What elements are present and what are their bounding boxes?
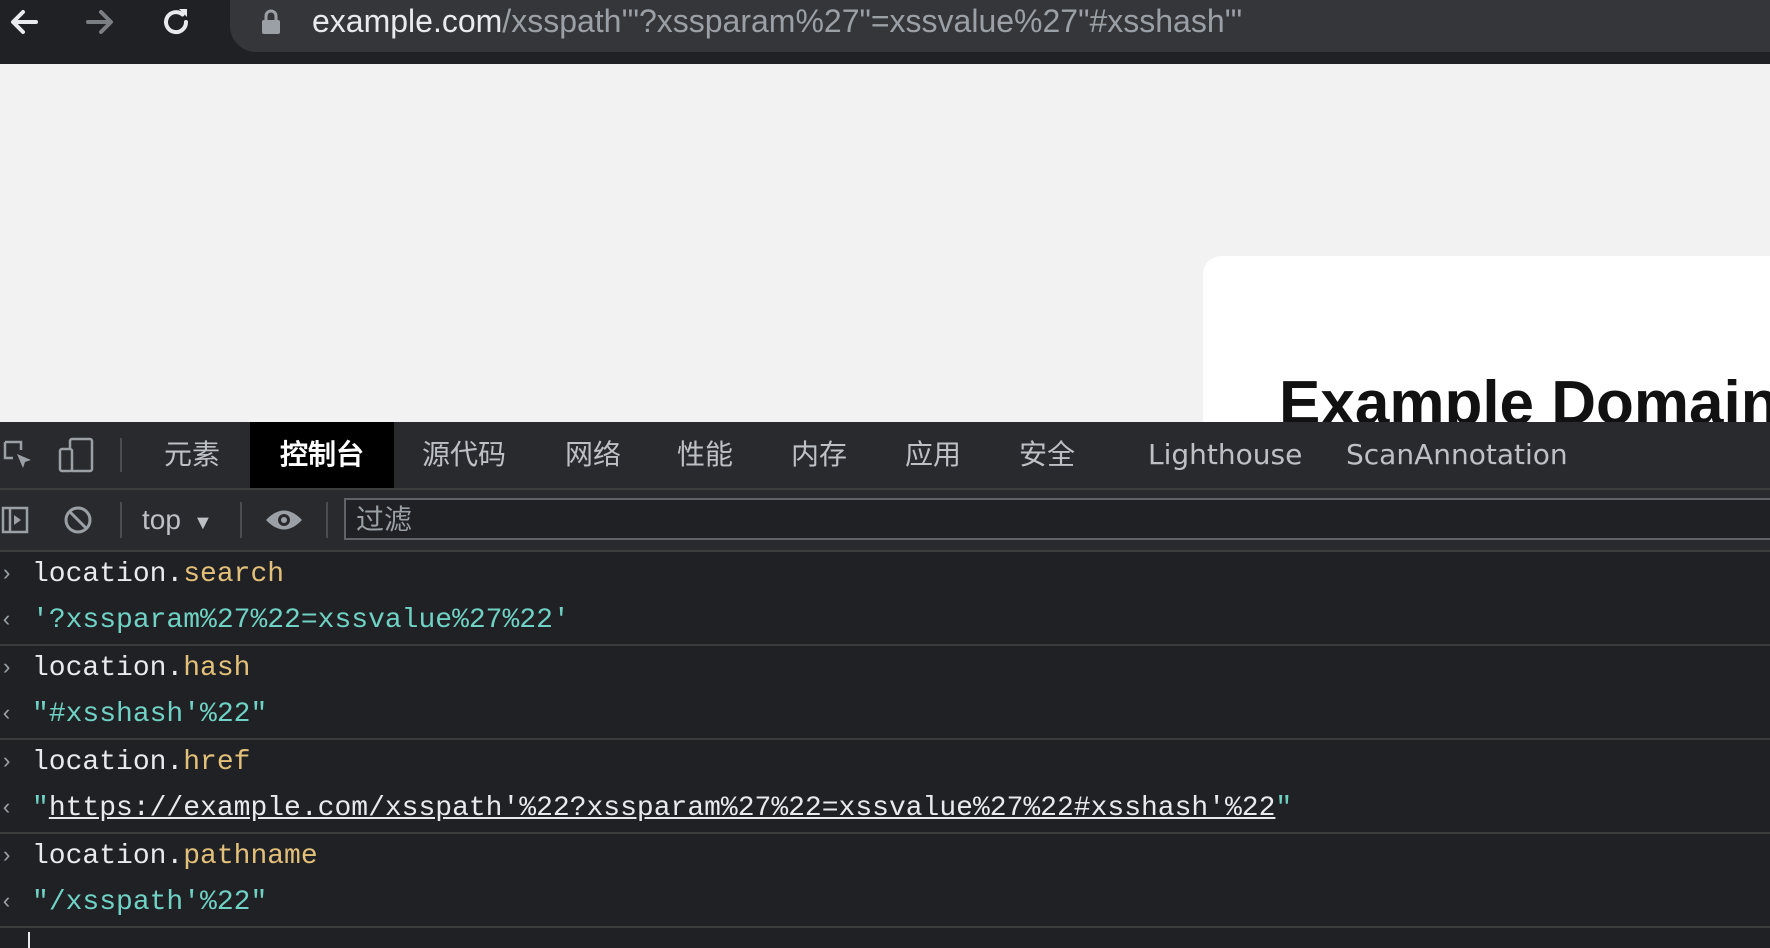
property-name: href <box>183 747 251 778</box>
tab-memory[interactable]: 内存 <box>782 422 856 488</box>
tab-application[interactable]: 应用 <box>896 422 970 488</box>
console-input-text: location.hash <box>32 653 251 684</box>
toolbar-divider <box>120 438 122 472</box>
result-link[interactable]: https://example.com/xsspath'%22?xssparam… <box>49 793 1276 824</box>
url-domain: example.com <box>312 3 503 39</box>
tab-sources[interactable]: 源代码 <box>412 422 516 488</box>
context-value: top <box>142 504 181 535</box>
toolbar-divider <box>326 502 328 538</box>
return-arrow-icon: ‹ <box>0 608 14 633</box>
console-input-text: location.search <box>32 559 285 590</box>
console-result-row[interactable]: ‹ "https://example.com/xsspath'%22?xsspa… <box>0 786 1770 834</box>
toolbar-divider <box>240 502 242 538</box>
block-icon <box>64 506 92 534</box>
tab-lighthouse[interactable]: Lighthouse <box>1148 422 1302 488</box>
reload-icon <box>164 9 189 35</box>
address-bar[interactable]: example.com/xsspath'"?xssparam%27"=xssva… <box>230 0 1770 52</box>
result-string: "https://example.com/xsspath'%22?xsspara… <box>32 793 1293 824</box>
tab-security[interactable]: 安全 <box>1010 422 1084 488</box>
caret-down-icon: ▼ <box>192 512 213 534</box>
console-result-row[interactable]: ‹ "#xsshash'%22" <box>0 692 1770 740</box>
url-path: /xsspath'"?xssparam%27"=xssvalue%27"#xss… <box>502 3 1243 39</box>
object-name: location <box>32 841 167 872</box>
console-prompt[interactable] <box>0 928 1770 948</box>
live-expression-button[interactable] <box>262 490 306 550</box>
return-arrow-icon: ‹ <box>0 702 14 727</box>
sidebar-icon <box>1 506 29 534</box>
arrow-left-icon <box>11 10 38 34</box>
result-value: #xsshash'%22 <box>48 699 251 730</box>
chevron-right-icon: › <box>0 844 14 869</box>
tab-console[interactable]: 控制台 <box>250 422 394 488</box>
object-name: location <box>32 559 167 590</box>
console-input-row[interactable]: › location.hash <box>0 646 1770 692</box>
toolbar-divider <box>120 502 122 538</box>
inspect-element-button[interactable] <box>0 422 36 488</box>
console-input-text: location.pathname <box>32 841 318 872</box>
result-value: /xsspath'%22 <box>48 887 251 918</box>
tab-performance[interactable]: 性能 <box>668 422 742 488</box>
chevron-right-icon: › <box>0 562 14 587</box>
filter-box <box>344 498 1770 540</box>
device-icon <box>58 437 94 473</box>
result-string: '?xssparam%27%22=xssvalue%27%22' <box>32 605 570 636</box>
result-string: "/xsspath'%22" <box>32 887 268 918</box>
chevron-right-icon: › <box>0 750 14 775</box>
lock-icon <box>262 9 280 34</box>
page-viewport: Example Domain <box>0 64 1770 422</box>
console-toolbar: top ▼ <box>0 490 1770 552</box>
console-input-text: location.href <box>32 747 251 778</box>
return-arrow-icon: ‹ <box>0 796 14 821</box>
url-text: example.com/xsspath'"?xssparam%27"=xssva… <box>312 2 1242 40</box>
context-selector[interactable]: top ▼ <box>142 490 213 550</box>
devtools-panel: 元素 控制台 源代码 网络 性能 内存 应用 安全 Lighthouse Sca… <box>0 422 1770 948</box>
result-string: "#xsshash'%22" <box>32 699 268 730</box>
eye-icon <box>266 510 302 530</box>
filter-input[interactable] <box>356 500 1756 538</box>
reload-button[interactable] <box>152 0 200 44</box>
arrow-right-icon <box>86 10 113 34</box>
console-result-row[interactable]: ‹ "/xsspath'%22" <box>0 880 1770 928</box>
console-input-row[interactable]: › location.pathname <box>0 834 1770 880</box>
content-card: Example Domain <box>1203 256 1770 422</box>
chevron-right-icon: › <box>0 656 14 681</box>
console-result-row[interactable]: ‹ '?xssparam%27%22=xssvalue%27%22' <box>0 598 1770 646</box>
back-button[interactable] <box>0 0 48 44</box>
property-name: pathname <box>183 841 318 872</box>
return-arrow-icon: ‹ <box>0 890 14 915</box>
inspect-icon <box>3 440 31 468</box>
console-messages: › location.search ‹ '?xssparam%27%22=xss… <box>0 552 1770 948</box>
object-name: location <box>32 747 167 778</box>
text-cursor <box>28 932 30 948</box>
devtools-tabs-bar: 元素 控制台 源代码 网络 性能 内存 应用 安全 Lighthouse Sca… <box>0 422 1770 490</box>
clear-console-button[interactable] <box>60 490 96 550</box>
result-value: ?xssparam%27%22=xssvalue%27%22 <box>48 605 553 636</box>
browser-toolbar: example.com/xsspath'"?xssparam%27"=xssva… <box>0 0 1770 64</box>
tab-network[interactable]: 网络 <box>556 422 630 488</box>
tab-scanannotation[interactable]: ScanAnnotation <box>1346 422 1568 488</box>
forward-button[interactable] <box>76 0 124 44</box>
console-input-row[interactable]: › location.href <box>0 740 1770 786</box>
device-toolbar-button[interactable] <box>54 422 98 488</box>
console-input-row[interactable]: › location.search <box>0 552 1770 598</box>
tab-elements[interactable]: 元素 <box>150 422 234 488</box>
sidebar-toggle-button[interactable] <box>0 490 30 550</box>
object-name: location <box>32 653 167 684</box>
page-heading: Example Domain <box>1279 369 1770 422</box>
property-name: search <box>183 559 285 590</box>
property-name: hash <box>183 653 251 684</box>
